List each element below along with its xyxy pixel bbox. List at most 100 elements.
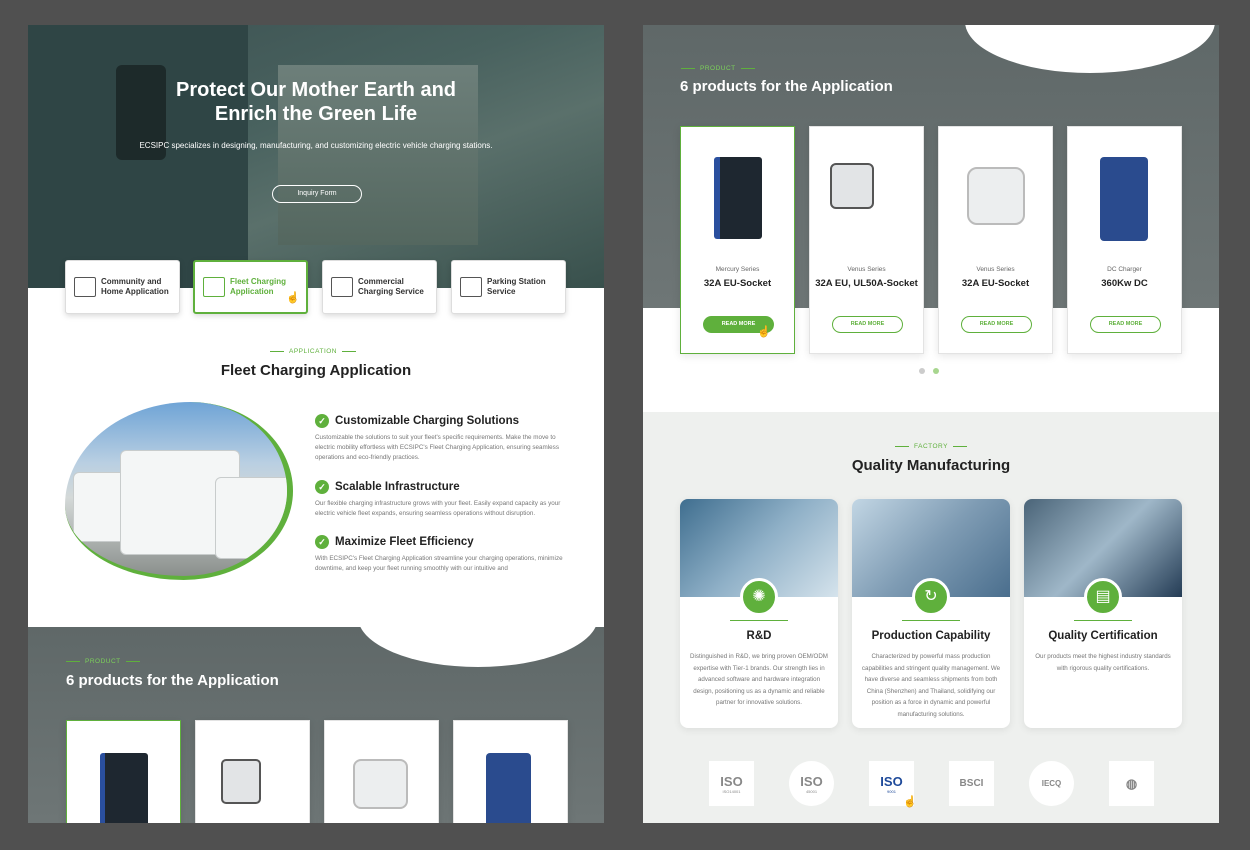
read-more-button[interactable]: READ MORE [832,316,903,333]
pointer-cursor-icon: ☝ [903,796,917,808]
pointer-cursor-icon: ☝ [286,292,300,304]
title-divider [730,620,788,621]
iso14001-logo: ISO ISO14001 [709,761,754,806]
read-more-button[interactable]: READ MORE [1090,316,1161,333]
product-series: Venus Series [976,266,1015,273]
factory-card: ✺ R&D Distinguished in R&D, we bring pro… [680,499,838,728]
car-charge-icon [203,277,225,297]
product-card[interactable] [324,720,439,823]
factory-card: ▤ Quality Certification Our products mee… [1024,499,1182,728]
application-title: Fleet Charging Application [220,362,412,379]
factory-card-title: Quality Certification [1048,630,1158,642]
factory-title: Quality Manufacturing [851,457,1011,474]
feature-item: ✓ Scalable Infrastructure Our flexible ch… [315,480,575,519]
product-series: Venus Series [847,266,886,273]
factory-card-title: R&D [746,630,772,642]
carousel-dot[interactable] [919,368,925,374]
cycle-icon: ↻ [912,578,950,616]
van-shape [215,477,287,559]
check-icon: ✓ [315,414,329,428]
product-card[interactable] [66,720,181,823]
cert-label: ISO [720,773,743,789]
tab-label: Community and Home Application [101,277,169,296]
iecq-logo: IECQ [1029,761,1074,806]
wave-shape [358,627,598,667]
pointer-cursor-icon: ☝ [757,326,771,338]
application-tabs: Community and Home Application Fleet Cha… [65,260,569,314]
factory-eyebrow: FACTORY [895,443,967,450]
feature-title: Maximize Fleet Efficiency [335,536,474,548]
product-card[interactable]: Venus Series 32A EU-Socket READ MORE [938,126,1053,354]
globe-cert-icon: ◍ [1109,761,1154,806]
product-image [221,759,261,804]
building-icon [331,277,353,297]
cert-sub: 9001 [887,788,896,794]
product-image [353,759,408,809]
factory-card-text: Our products meet the highest industry s… [1035,653,1171,672]
tab-label: Commercial Charging Service [358,277,424,296]
product-title: 6 products for the Application [66,672,279,689]
hero-title: Protect Our Mother Earth and Enrich the … [175,79,457,125]
tab-community-home[interactable]: Community and Home Application [65,260,180,314]
carousel-dots [919,368,939,374]
title-divider [1074,620,1132,621]
product-eyebrow: PRODUCT [681,65,755,72]
product-card[interactable] [453,720,568,823]
factory-card: ↻ Production Capability Characterized by… [852,499,1010,728]
feature-item: ✓ Customizable Charging Solutions Customi… [315,414,575,463]
application-eyebrow: APPLICATION [270,348,356,355]
product-image [100,753,148,823]
bsci-logo: BSCI [949,761,994,806]
eyebrow-text: FACTORY [914,443,948,450]
product-card[interactable]: DC Charger 360Kw DC READ MORE [1067,126,1182,354]
eyebrow-text: PRODUCT [85,658,121,665]
feature-title: Customizable Charging Solutions [335,415,520,427]
parking-icon [460,277,482,297]
product-eyebrow: PRODUCT [66,658,140,665]
eyebrow-text: APPLICATION [289,348,338,355]
tab-parking-station[interactable]: Parking Station Service [451,260,566,314]
read-more-button[interactable]: READ MORE [961,316,1032,333]
cert-label: ISO [880,773,903,789]
feature-text: With ECSIPC's Fleet Charging Application… [315,555,563,572]
product-name: 32A EU-Socket [961,278,1030,289]
wave-shape [965,25,1215,73]
product-card[interactable]: Venus Series 32A EU, UL50A-Socket READ M… [809,126,924,354]
cert-label: IECQ [1041,779,1062,788]
product-title: 6 products for the Application [680,78,893,95]
carousel-dot[interactable] [933,368,939,374]
iso45001-logo: ISO 45001 [789,761,834,806]
tab-commercial-charging[interactable]: Commercial Charging Service [322,260,437,314]
product-image [1100,157,1148,241]
fleet-vans-image [65,402,293,580]
cert-label: BSCI [959,778,984,789]
certificate-icon: ▤ [1084,578,1122,616]
page-right: PRODUCT 6 products for the Application M… [643,25,1219,823]
product-series: Mercury Series [715,266,760,273]
product-name: 360Kw DC [1101,278,1148,289]
product-card[interactable] [195,720,310,823]
factory-card-text: Characterized by powerful mass productio… [861,653,1001,718]
check-icon: ✓ [315,480,329,494]
product-image [830,163,874,209]
eyebrow-text: PRODUCT [700,65,736,72]
product-card[interactable]: Mercury Series 32A EU-Socket READ MORE [680,126,795,354]
product-name: 32A EU-Socket [703,278,772,289]
product-image [486,753,531,823]
feature-text: Our flexible charging infrastructure gro… [315,500,561,517]
cert-sub: ISO14001 [722,788,741,794]
check-icon: ✓ [315,535,329,549]
title-divider [902,620,960,621]
cert-sub: 45001 [805,788,818,794]
page-left: Protect Our Mother Earth and Enrich the … [28,25,604,823]
tab-fleet-charging[interactable]: Fleet Charging Application [193,260,308,314]
inquiry-form-button[interactable]: Inquiry Form [272,185,362,203]
feature-title: Scalable Infrastructure [335,481,460,493]
cert-label: ISO [800,773,823,789]
tab-label: Parking Station Service [487,277,546,296]
feature-item: ✓ Maximize Fleet Efficiency With ECSIPC's… [315,535,575,574]
factory-card-title: Production Capability [871,630,991,642]
product-series: DC Charger [1107,266,1142,273]
home-app-icon [74,277,96,297]
factory-card-text: Distinguished in R&D, we bring proven OE… [690,653,828,706]
